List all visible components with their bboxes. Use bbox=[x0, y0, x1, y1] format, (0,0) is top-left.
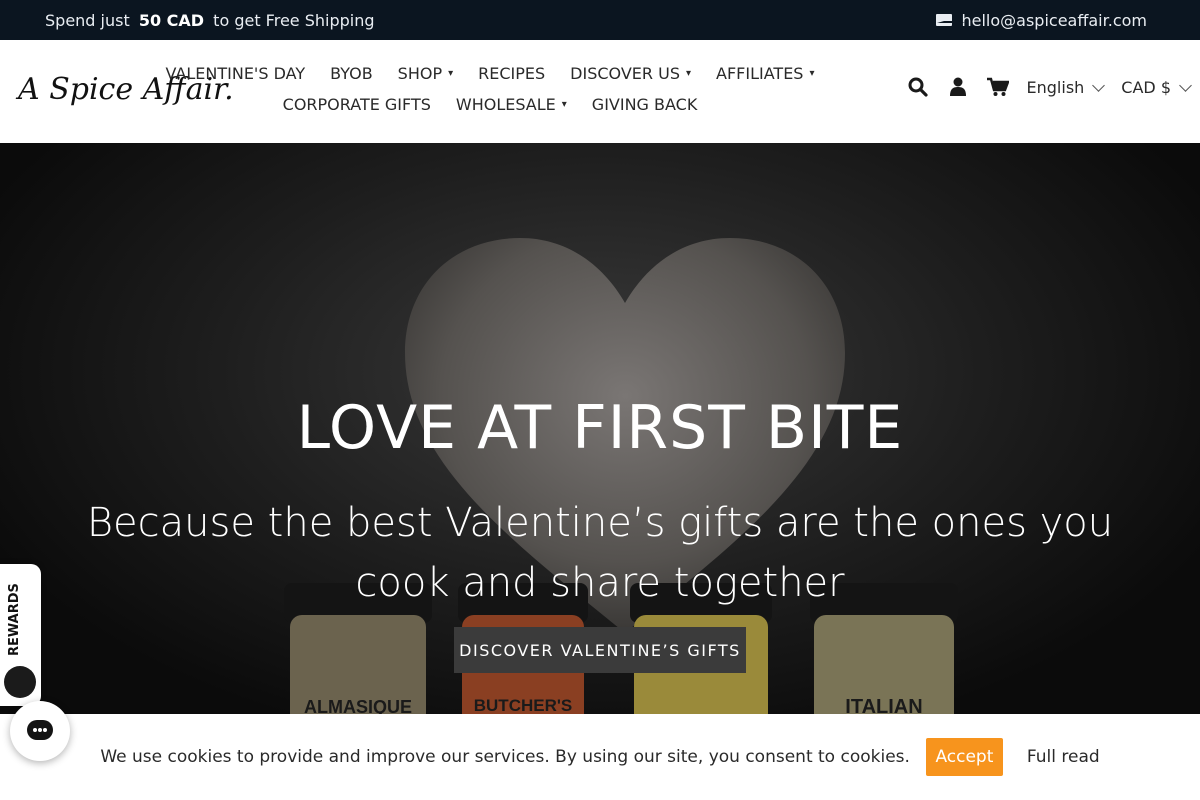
nav-label[interactable]: GIVING BACK bbox=[592, 89, 698, 120]
chat-bubble-icon bbox=[27, 720, 53, 740]
nav-label[interactable]: SHOP bbox=[398, 58, 442, 89]
envelope-icon bbox=[935, 14, 965, 26]
nav-item-affiliates[interactable]: AFFILIATES ▾ bbox=[716, 58, 814, 89]
contact-email-link[interactable]: hello@aspiceaffair.com bbox=[935, 11, 1148, 30]
rewards-label[interactable]: REWARDS bbox=[7, 583, 33, 656]
promo-amount: 50 CAD bbox=[138, 10, 205, 30]
nav-item-giving-back[interactable]: GIVING BACK bbox=[592, 89, 698, 120]
nav-item-corporate-gifts[interactable]: CORPORATE GIFTS bbox=[283, 89, 431, 120]
language-selector[interactable]: English bbox=[1027, 78, 1106, 97]
hero-banner: ALMASIQUE BUTCHER'S ITALIAN LOVE AT FIRS… bbox=[0, 143, 1200, 714]
site-logo[interactable]: A Spice Affair. bbox=[18, 62, 234, 118]
full-read-link[interactable]: Full read bbox=[1027, 747, 1100, 767]
nav-item-recipes[interactable]: RECIPES bbox=[478, 58, 545, 89]
language-value[interactable]: English bbox=[1027, 78, 1085, 97]
jar-label: ALMASIQUE bbox=[304, 697, 412, 714]
currency-selector[interactable]: CAD $ bbox=[1121, 78, 1192, 97]
accept-cookies-button[interactable]: Accept bbox=[925, 738, 1003, 776]
nav-label[interactable]: CORPORATE GIFTS bbox=[283, 89, 431, 120]
nav-label[interactable]: VALENTINE'S DAY bbox=[166, 58, 306, 89]
nav-item-discover-us[interactable]: DISCOVER US ▾ bbox=[570, 58, 691, 89]
nav-label[interactable]: RECIPES bbox=[478, 58, 545, 89]
contact-email[interactable]: hello@aspiceaffair.com bbox=[962, 11, 1148, 30]
nav-label[interactable]: AFFILIATES bbox=[716, 58, 803, 89]
nav-item-valentines-day[interactable]: VALENTINE'S DAY bbox=[166, 58, 306, 89]
free-shipping-promo: Spend just 50 CAD to get Free Shipping bbox=[45, 11, 375, 30]
nav-row-2: CORPORATE GIFTS WHOLESALE ▾ GIVING BACK bbox=[180, 89, 800, 120]
nav-label[interactable]: WHOLESALE bbox=[456, 89, 556, 120]
caret-down-icon: ▾ bbox=[561, 99, 567, 110]
chat-button[interactable] bbox=[10, 701, 70, 761]
header-actions: English CAD $ bbox=[907, 76, 1192, 98]
hero-subtitle: Because the best Valentine’s gifts are t… bbox=[86, 500, 1114, 606]
caret-down-icon: ▾ bbox=[448, 68, 454, 79]
currency-value[interactable]: CAD $ bbox=[1121, 78, 1171, 97]
chevron-down-icon bbox=[1092, 78, 1106, 92]
jar-label: ITALIAN bbox=[845, 696, 922, 714]
cookie-message: We use cookies to provide and improve ou… bbox=[100, 747, 910, 767]
nav-label[interactable]: BYOB bbox=[330, 58, 373, 89]
nav-item-shop[interactable]: SHOP ▾ bbox=[398, 58, 453, 89]
nav-item-byob[interactable]: BYOB bbox=[330, 58, 373, 89]
search-icon[interactable] bbox=[907, 76, 929, 98]
hero-title: LOVE AT FIRST BITE bbox=[296, 393, 904, 463]
promo-prefix: Spend just bbox=[45, 10, 130, 30]
nav-item-wholesale[interactable]: WHOLESALE ▾ bbox=[456, 89, 567, 120]
promo-suffix: to get Free Shipping bbox=[213, 10, 375, 30]
rewards-badge-icon[interactable] bbox=[4, 666, 36, 698]
user-icon[interactable] bbox=[947, 76, 969, 98]
caret-down-icon: ▾ bbox=[685, 68, 692, 79]
announcement-bar: Spend just 50 CAD to get Free Shipping h… bbox=[0, 0, 1200, 40]
cart-icon[interactable] bbox=[986, 76, 1009, 98]
nav-label[interactable]: DISCOVER US bbox=[570, 58, 680, 89]
rewards-tab[interactable]: REWARDS bbox=[0, 564, 41, 706]
jar-label: BUTCHER'S bbox=[474, 696, 573, 714]
discover-valentines-gifts-button[interactable]: DISCOVER VALENTINE’S GIFTS bbox=[454, 627, 746, 673]
site-header: A Spice Affair. VALENTINE'S DAY BYOB SHO… bbox=[0, 40, 1200, 143]
main-navigation: VALENTINE'S DAY BYOB SHOP ▾ RECIPES DISCO… bbox=[166, 58, 815, 120]
cookie-consent-bar: We use cookies to provide and improve ou… bbox=[0, 714, 1200, 800]
chevron-down-icon bbox=[1179, 78, 1192, 92]
nav-row-1: VALENTINE'S DAY BYOB SHOP ▾ RECIPES DISCO… bbox=[166, 58, 815, 89]
caret-down-icon: ▾ bbox=[809, 68, 815, 79]
